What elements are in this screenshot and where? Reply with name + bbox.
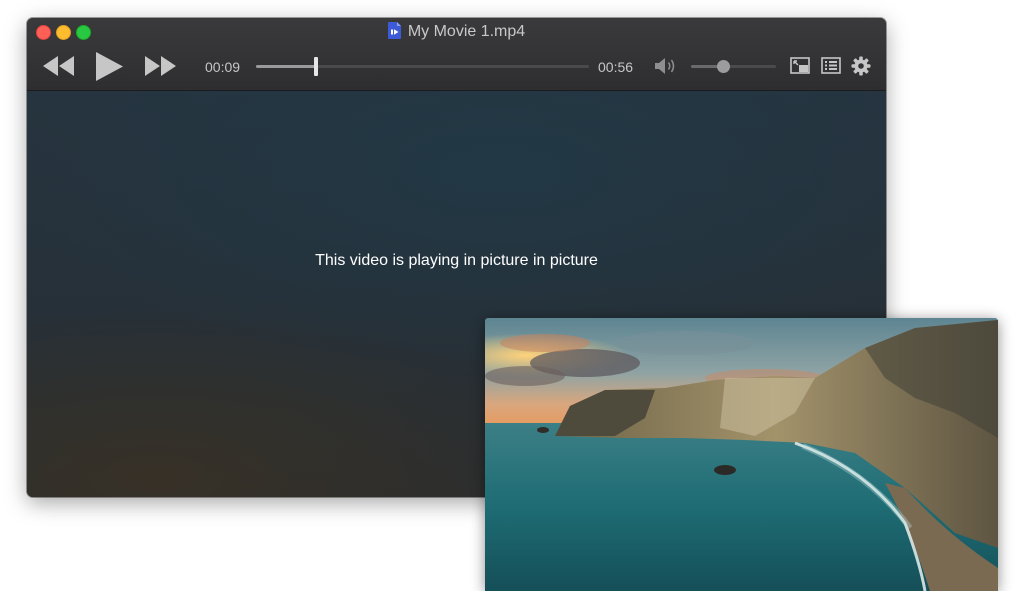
video-document-icon <box>387 22 401 39</box>
rewind-button[interactable] <box>42 55 75 77</box>
picture-in-picture-icon <box>790 57 810 74</box>
seek-bar-handle[interactable] <box>313 57 318 76</box>
fast-forward-button[interactable] <box>144 55 177 77</box>
speaker-volume-icon <box>655 58 675 74</box>
playlist-icon <box>821 57 841 74</box>
picture-in-picture-button[interactable] <box>790 57 810 75</box>
playlist-button[interactable] <box>821 57 841 74</box>
settings-button[interactable] <box>851 56 871 76</box>
volume-slider-knob[interactable] <box>717 60 731 73</box>
seek-bar-progress <box>256 65 316 68</box>
play-button[interactable] <box>94 51 124 82</box>
volume-slider[interactable] <box>691 60 776 73</box>
window-title-text: My Movie 1.mp4 <box>407 23 526 40</box>
gear-icon <box>851 56 871 76</box>
fast-forward-icon <box>145 56 176 76</box>
pip-status-message: This video is playing in picture in pict… <box>315 252 598 269</box>
elapsed-time: 00:09 <box>205 59 241 75</box>
rewind-icon <box>43 56 74 76</box>
pip-floating-window[interactable] <box>485 318 998 591</box>
pip-video-frame <box>485 318 998 591</box>
title-toolbar: My Movie 1.mp4 00:09 00:56 <box>27 18 886 91</box>
mute-button[interactable] <box>654 56 678 76</box>
play-icon <box>96 52 123 81</box>
window-title: My Movie 1.mp4 <box>27 22 886 42</box>
total-time: 00:56 <box>598 59 634 75</box>
seek-bar[interactable] <box>256 57 589 76</box>
